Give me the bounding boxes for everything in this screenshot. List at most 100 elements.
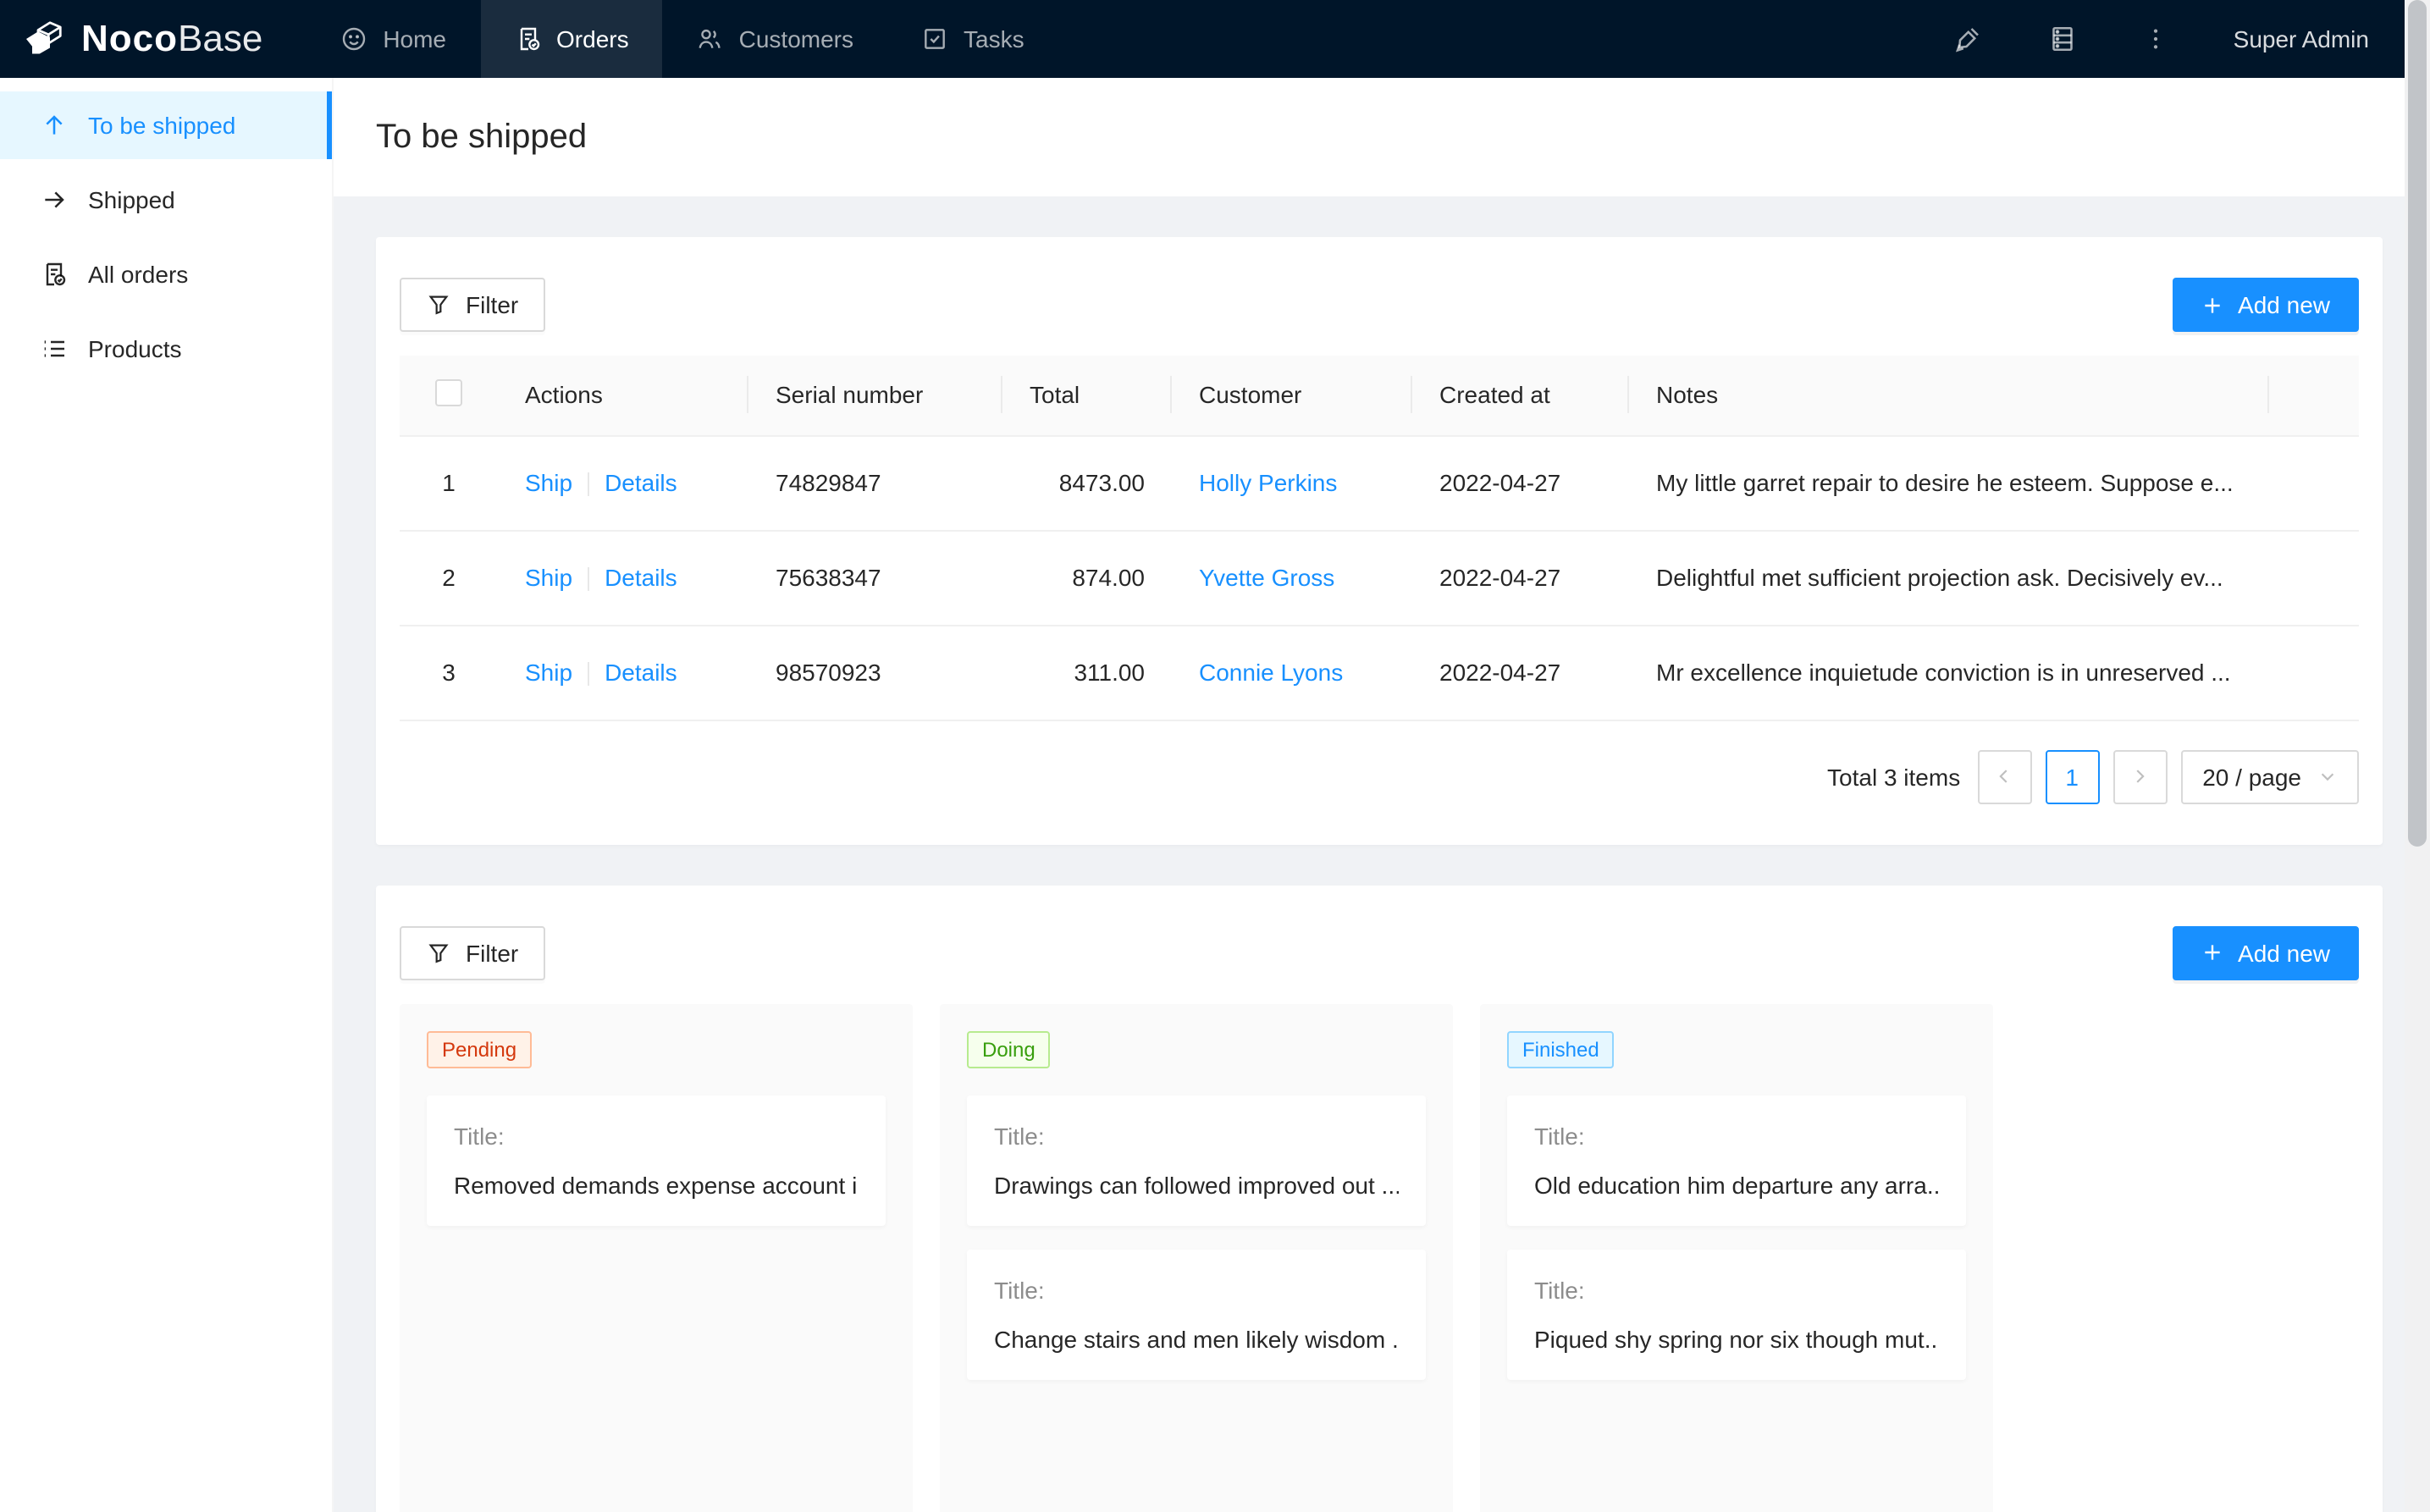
kanban-card[interactable]: Title: Removed demands expense account i… — [427, 1095, 886, 1225]
nav-item-label: Home — [383, 25, 446, 52]
kanban-card[interactable]: Title: Old education him departure any a… — [1507, 1095, 1966, 1225]
nav-item-label: Tasks — [964, 25, 1024, 52]
logo-text-noco: Noco — [81, 17, 178, 59]
database-icon[interactable] — [2047, 24, 2078, 54]
kanban-card[interactable]: Title: Piqued shy spring nor six though … — [1507, 1249, 1966, 1379]
scrollbar-thumb[interactable] — [2408, 0, 2427, 847]
column-header-customer: Customer — [1172, 356, 1412, 435]
filter-icon — [427, 941, 450, 964]
column-header-created-at: Created at — [1412, 356, 1629, 435]
serial-number-cell: 98570923 — [748, 625, 1002, 720]
tasks-kanban-block: Filter Add new Pending Title: — [376, 885, 2383, 1512]
column-header-spacer — [2269, 356, 2359, 435]
page-number-button[interactable]: 1 — [2045, 749, 2099, 803]
nav-item-customers[interactable]: Customers — [663, 0, 887, 78]
total-cell: 311.00 — [1002, 625, 1172, 720]
nav-item-label: Customers — [739, 25, 853, 52]
table-row: 1 ShipDetails 74829847 8473.00 Holly Per… — [400, 435, 2359, 530]
add-new-button[interactable]: Add new — [2172, 278, 2359, 332]
page-title: To be shipped — [376, 118, 587, 157]
action-divider — [588, 662, 589, 686]
filter-button[interactable]: Filter — [400, 278, 545, 332]
more-vertical-icon[interactable] — [2142, 25, 2169, 52]
ship-action-link[interactable]: Ship — [525, 469, 572, 496]
details-action-link[interactable]: Details — [605, 564, 677, 591]
kanban-card[interactable]: Title: Change stairs and men likely wisd… — [967, 1249, 1426, 1379]
kanban-card[interactable]: Title: Drawings can followed improved ou… — [967, 1095, 1426, 1225]
column-header-total: Total — [1002, 356, 1172, 435]
plus-icon — [2201, 294, 2223, 316]
logo-text-base: Base — [178, 17, 262, 59]
sidebar-item-label: Shipped — [88, 186, 175, 213]
sidebar-item-label: All orders — [88, 261, 188, 288]
card-field-label: Title: — [454, 1122, 859, 1149]
pagination: Total 3 items 1 20 / page — [400, 749, 2359, 803]
filter-button-label: Filter — [466, 939, 518, 966]
card-field-value: Piqued shy spring nor six though mut... — [1534, 1325, 1939, 1352]
top-navbar: NocoBase Home Orders — [0, 0, 2430, 78]
chevron-down-icon — [2318, 767, 2337, 786]
sidebar: To be shipped Shipped All orders Product… — [0, 78, 334, 1512]
nav-item-orders[interactable]: Orders — [480, 0, 663, 78]
check-square-icon — [921, 25, 948, 52]
status-badge: Doing — [967, 1030, 1051, 1068]
sidebar-item-to-be-shipped[interactable]: To be shipped — [0, 91, 332, 159]
sidebar-item-shipped[interactable]: Shipped — [0, 166, 332, 234]
ship-action-link[interactable]: Ship — [525, 659, 572, 686]
customer-link[interactable]: Yvette Gross — [1199, 564, 1334, 591]
sidebar-item-label: To be shipped — [88, 112, 235, 139]
next-page-button[interactable] — [2112, 749, 2167, 803]
notes-cell: Delightful met sufficient projection ask… — [1629, 530, 2269, 625]
notes-cell: Mr excellence inquietude conviction is i… — [1629, 625, 2269, 720]
serial-number-cell: 75638347 — [748, 530, 1002, 625]
user-menu[interactable]: Super Admin — [2234, 25, 2369, 52]
customer-link[interactable]: Connie Lyons — [1199, 659, 1343, 686]
file-done-icon — [41, 261, 68, 288]
nav-item-label: Orders — [556, 25, 629, 52]
nocobase-logo-icon — [20, 15, 68, 63]
table-toolbar: Filter Add new — [400, 278, 2359, 332]
customer-link[interactable]: Holly Perkins — [1199, 469, 1337, 496]
created-at-cell: 2022-04-27 — [1412, 530, 1629, 625]
card-field-label: Title: — [1534, 1122, 1939, 1149]
filter-button[interactable]: Filter — [400, 925, 545, 979]
nav-item-home[interactable]: Home — [307, 0, 480, 78]
row-index: 3 — [400, 625, 498, 720]
nocobase-logo[interactable]: NocoBase — [0, 0, 307, 78]
kanban-column-finished: Finished Title: Old education him depart… — [1480, 1003, 1993, 1512]
action-divider — [588, 472, 589, 496]
column-header-serial-number: Serial number — [748, 356, 1002, 435]
previous-page-button[interactable] — [1977, 749, 2031, 803]
vertical-scrollbar[interactable] — [2405, 0, 2430, 1512]
card-field-label: Title: — [994, 1276, 1399, 1303]
select-all-checkbox[interactable] — [435, 379, 462, 406]
highlighter-icon[interactable] — [1952, 24, 1983, 54]
nav-item-tasks[interactable]: Tasks — [887, 0, 1058, 78]
page-content: Filter Add new — [334, 196, 2430, 1512]
action-divider — [588, 567, 589, 591]
serial-number-cell: 74829847 — [748, 435, 1002, 530]
status-badge: Finished — [1507, 1030, 1615, 1068]
ship-action-link[interactable]: Ship — [525, 564, 572, 591]
details-action-link[interactable]: Details — [605, 469, 677, 496]
add-new-button-label: Add new — [2238, 291, 2330, 318]
add-new-button[interactable]: Add new — [2172, 925, 2359, 979]
details-action-link[interactable]: Details — [605, 659, 677, 686]
plus-icon — [2201, 941, 2223, 963]
page-header: To be shipped — [334, 78, 2430, 196]
sidebar-item-all-orders[interactable]: All orders — [0, 240, 332, 308]
unordered-list-icon — [41, 335, 68, 362]
table-row: 2 ShipDetails 75638347 874.00 Yvette Gro… — [400, 530, 2359, 625]
table-header-row: Actions Serial number Total Customer Cre… — [400, 356, 2359, 435]
total-cell: 874.00 — [1002, 530, 1172, 625]
created-at-cell: 2022-04-27 — [1412, 435, 1629, 530]
page-size-select[interactable]: 20 / page — [2180, 749, 2359, 803]
card-field-value: Change stairs and men likely wisdom ... — [994, 1325, 1399, 1352]
card-field-value: Drawings can followed improved out ... — [994, 1171, 1399, 1198]
kanban-column-pending: Pending Title: Removed demands expense a… — [400, 1003, 913, 1512]
card-field-value: Old education him departure any arra... — [1534, 1171, 1939, 1198]
table-row: 3 Ship Details 98570923 311.00 Connie Lyo… — [400, 625, 2359, 720]
status-badge: Pending — [427, 1030, 532, 1068]
arrow-up-icon — [41, 112, 68, 139]
sidebar-item-products[interactable]: Products — [0, 315, 332, 383]
